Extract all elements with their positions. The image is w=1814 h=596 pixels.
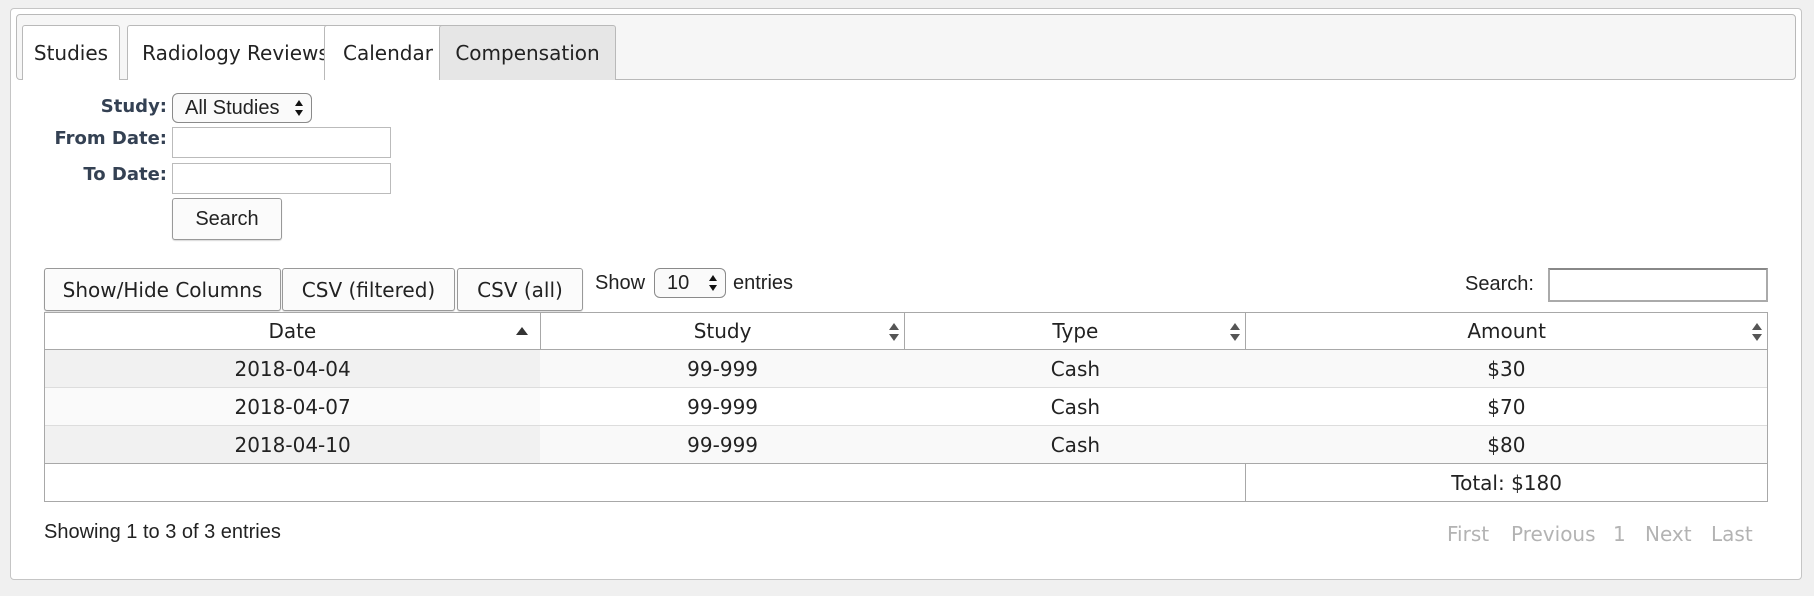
study-label: Study: xyxy=(100,96,167,117)
csv-filtered-button[interactable]: CSV (filtered) xyxy=(282,268,455,311)
footer-empty-cell xyxy=(43,463,1247,502)
tab-radiology-reviews[interactable]: Radiology Reviews xyxy=(127,25,344,80)
cell-study: 99-999 xyxy=(540,387,905,426)
compensation-table: Date Study Type Amount 2018-04-04 99-999… xyxy=(43,312,1768,502)
table-search-input[interactable] xyxy=(1548,268,1768,302)
table-search-label: Search: xyxy=(1465,273,1534,295)
pagination-first[interactable]: First xyxy=(1447,522,1489,546)
entries-label: entries xyxy=(733,272,794,294)
column-header-label: Amount xyxy=(1467,319,1546,343)
entries-length-value: 10 xyxy=(667,272,690,294)
pagination-page-1[interactable]: 1 xyxy=(1613,522,1626,546)
column-header-label: Type xyxy=(1052,319,1099,343)
cell-amount: $70 xyxy=(1245,387,1768,426)
cell-type: Cash xyxy=(904,349,1246,388)
cell-type: Cash xyxy=(904,387,1246,426)
table-header-row: Date Study Type Amount xyxy=(44,312,1768,350)
csv-all-button[interactable]: CSV (all) xyxy=(457,268,583,311)
cell-date: 2018-04-07 xyxy=(44,387,541,426)
cell-date: 2018-04-04 xyxy=(44,349,541,388)
pagination-last[interactable]: Last xyxy=(1711,522,1753,546)
search-button[interactable]: Search xyxy=(172,198,282,240)
column-header-type[interactable]: Type xyxy=(904,312,1247,350)
sort-both-icon xyxy=(888,323,900,341)
column-header-amount[interactable]: Amount xyxy=(1245,312,1768,350)
table-row[interactable]: 2018-04-04 99-999 Cash $30 xyxy=(44,349,1768,388)
pagination-next[interactable]: Next xyxy=(1645,522,1692,546)
table-row[interactable]: 2018-04-07 99-999 Cash $70 xyxy=(44,387,1768,426)
cell-amount: $80 xyxy=(1245,425,1768,464)
sort-asc-icon xyxy=(515,323,528,341)
tab-bar: Studies Radiology Reviews Calendar Compe… xyxy=(16,14,1796,80)
from-date-input[interactable] xyxy=(172,127,391,158)
show-hide-columns-button[interactable]: Show/Hide Columns xyxy=(44,268,281,311)
table-row[interactable]: 2018-04-10 99-999 Cash $80 xyxy=(44,425,1768,464)
column-header-label: Study xyxy=(693,319,752,343)
sort-both-icon xyxy=(1751,323,1762,341)
column-header-date[interactable]: Date xyxy=(44,312,541,350)
to-date-input[interactable] xyxy=(172,163,391,194)
cell-date: 2018-04-10 xyxy=(44,425,541,464)
entries-length-select[interactable]: 10 xyxy=(654,268,726,298)
sort-both-icon xyxy=(1229,323,1241,341)
footer-total: Total: $180 xyxy=(1245,463,1768,502)
column-header-study[interactable]: Study xyxy=(539,312,906,350)
study-select-value: All Studies xyxy=(185,97,280,119)
cell-study: 99-999 xyxy=(540,425,905,464)
column-header-label: Date xyxy=(268,319,317,343)
select-arrows-icon xyxy=(709,275,717,291)
study-select[interactable]: All Studies xyxy=(172,93,312,123)
select-arrows-icon xyxy=(295,100,303,116)
show-label: Show xyxy=(595,272,646,294)
from-date-label: From Date: xyxy=(54,128,167,149)
table-info: Showing 1 to 3 of 3 entries xyxy=(44,521,281,543)
tab-studies[interactable]: Studies xyxy=(22,25,120,80)
cell-type: Cash xyxy=(904,425,1246,464)
tab-compensation[interactable]: Compensation xyxy=(439,25,616,80)
cell-study: 99-999 xyxy=(540,349,905,388)
tab-calendar[interactable]: Calendar xyxy=(324,25,452,80)
to-date-label: To Date: xyxy=(83,164,167,185)
pagination-previous[interactable]: Previous xyxy=(1511,522,1596,546)
table-footer-row: Total: $180 xyxy=(43,463,1768,502)
cell-amount: $30 xyxy=(1245,349,1768,388)
